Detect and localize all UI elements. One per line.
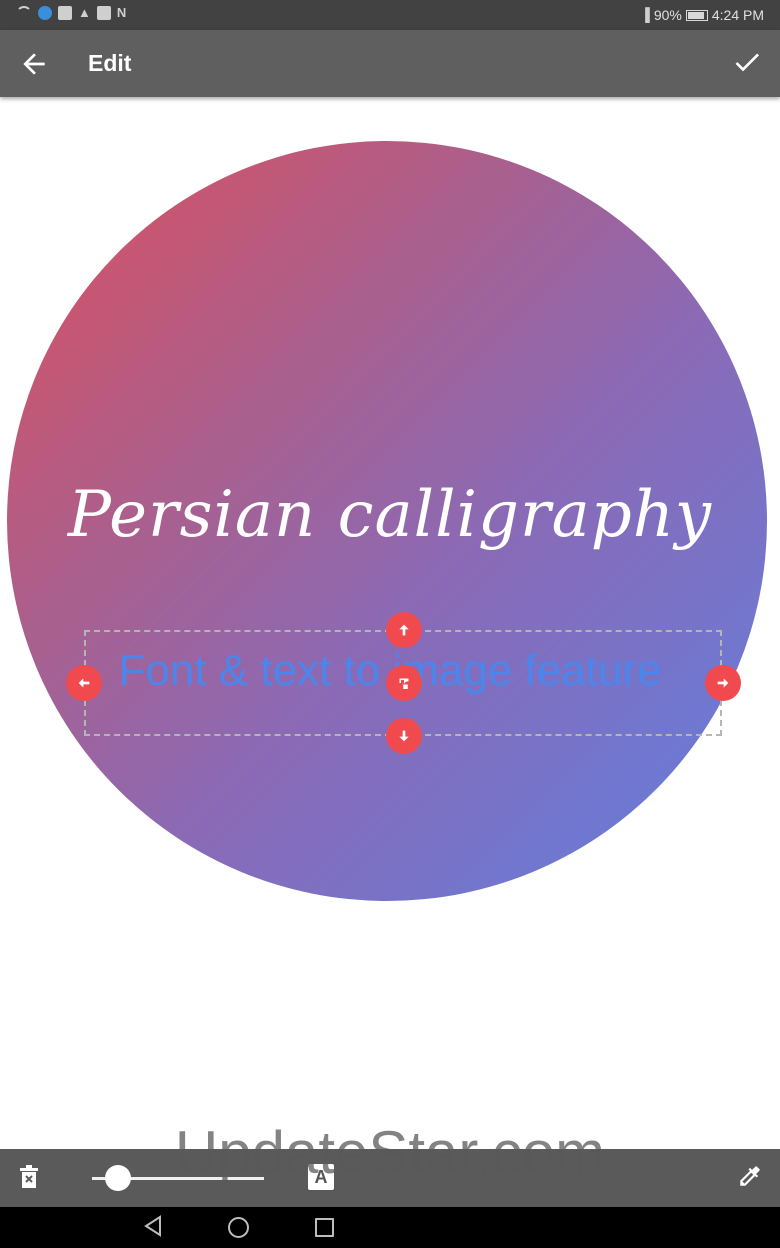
rotate-handle[interactable] <box>386 665 422 701</box>
vibrate-icon: ▐ <box>640 7 650 22</box>
clock: 4:24 PM <box>711 7 764 23</box>
battery-icon <box>685 9 708 21</box>
notification-bell-icon: ▲ <box>78 5 91 20</box>
calligraphy-text[interactable]: Persian calligraphy <box>0 478 780 552</box>
move-left-handle[interactable] <box>66 665 102 701</box>
arrow-back-icon[interactable] <box>18 48 50 80</box>
recents-square-icon[interactable] <box>315 1218 334 1237</box>
move-right-handle[interactable] <box>705 665 741 701</box>
status-icons-left: ▲ N <box>16 6 126 20</box>
back-triangle-icon[interactable] <box>143 1215 163 1242</box>
page-title: Edit <box>88 50 132 76</box>
status-bar: ▲ N ▐ 90% 4:24 PM <box>0 0 780 30</box>
image-icon <box>96 6 111 20</box>
status-icons-right: ▐ 90% 4:24 PM <box>641 7 764 23</box>
n-icon: N <box>116 5 127 20</box>
move-down-handle[interactable] <box>386 718 422 754</box>
move-up-handle[interactable] <box>386 612 422 648</box>
check-icon[interactable] <box>730 46 764 80</box>
wifi-icon <box>16 6 32 20</box>
image-icon <box>58 6 72 20</box>
watermark: UpdateStar.com <box>174 1119 606 1186</box>
app-bar: Edit <box>0 30 780 97</box>
sync-icon <box>38 6 52 20</box>
battery-fill <box>687 11 704 19</box>
home-circle-icon[interactable] <box>228 1217 249 1238</box>
battery-percent: 90% <box>653 7 682 23</box>
system-nav-bar <box>0 1207 780 1248</box>
